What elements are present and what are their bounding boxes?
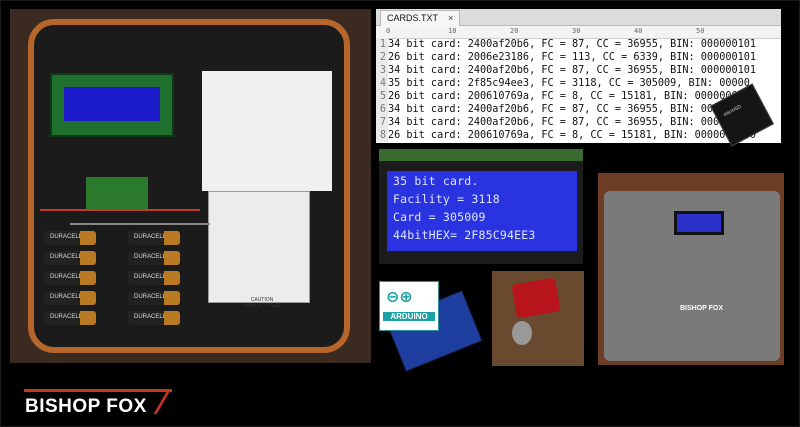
- battery: DURACELL: [44, 311, 96, 325]
- blue-lcd-photo: 35 bit card. Facility = 3118 Card = 3050…: [379, 149, 583, 264]
- badge-reader-photo: BISHOP FOX: [598, 173, 784, 365]
- battery: DURACELL: [128, 231, 180, 245]
- small-lcd-module: [50, 73, 174, 137]
- reader-board: [202, 71, 332, 191]
- lcd-row: Facility = 3118: [393, 192, 500, 206]
- text-line: 8 26 bit card: 200610769a, FC = 8, CC = 1…: [376, 129, 781, 142]
- arduino-nano-module: [86, 177, 148, 209]
- text-line: 4 35 bit card: 2f85c94ee3, FC = 3118, CC …: [376, 77, 781, 90]
- battery: DURACELL: [44, 291, 96, 305]
- battery: DURACELL: [44, 271, 96, 285]
- arduino-photo: ⊖⊕ ARDUINO: [379, 276, 483, 372]
- text-line: 1 34 bit card: 2400af20b6, FC = 87, CC = …: [376, 38, 781, 51]
- editor-tab-bar: CARDS.TXT ×: [376, 9, 781, 26]
- toggle-switch: [512, 321, 532, 345]
- tab-cards-txt[interactable]: CARDS.TXT ×: [380, 10, 461, 26]
- arduino-logo: ⊖⊕ ARDUINO: [379, 281, 439, 331]
- lcd-screen: 35 bit card. Facility = 3118 Card = 3050…: [387, 171, 577, 251]
- battery: DURACELL: [128, 311, 180, 325]
- device-internals-photo: CAUTION HIGH VOLTAGE DURACELL DURACELL D…: [10, 9, 371, 363]
- bishop-fox-logo: BISHOP FOX: [24, 389, 174, 419]
- reader-display: [674, 211, 724, 235]
- battery: DURACELL: [128, 271, 180, 285]
- battery: DURACELL: [44, 251, 96, 265]
- battery: DURACELL: [128, 291, 180, 305]
- battery: DURACELL: [128, 251, 180, 265]
- red-switch-cover: [511, 277, 561, 319]
- high-voltage-board: [208, 191, 310, 303]
- text-line: 3 34 bit card: 2400af20b6, FC = 87, CC = …: [376, 64, 781, 77]
- close-icon[interactable]: ×: [448, 13, 453, 23]
- lcd-row: Card = 305009: [393, 210, 486, 224]
- toggle-switch-photo: [492, 271, 584, 366]
- grey-wire: [70, 223, 210, 225]
- arduino-symbol-icon: ⊖⊕: [386, 287, 413, 306]
- reader-pad: BISHOP FOX: [604, 191, 780, 361]
- lcd-row: 44bitHEX= 2F85C94EE3: [393, 228, 536, 242]
- caution-label: CAUTION HIGH VOLTAGE: [243, 297, 281, 309]
- red-wire: [40, 209, 200, 211]
- battery: DURACELL: [44, 231, 96, 245]
- lcd-row: 35 bit card.: [393, 174, 479, 188]
- text-line: 2 26 bit card: 2006e23186, FC = 113, CC =…: [376, 51, 781, 64]
